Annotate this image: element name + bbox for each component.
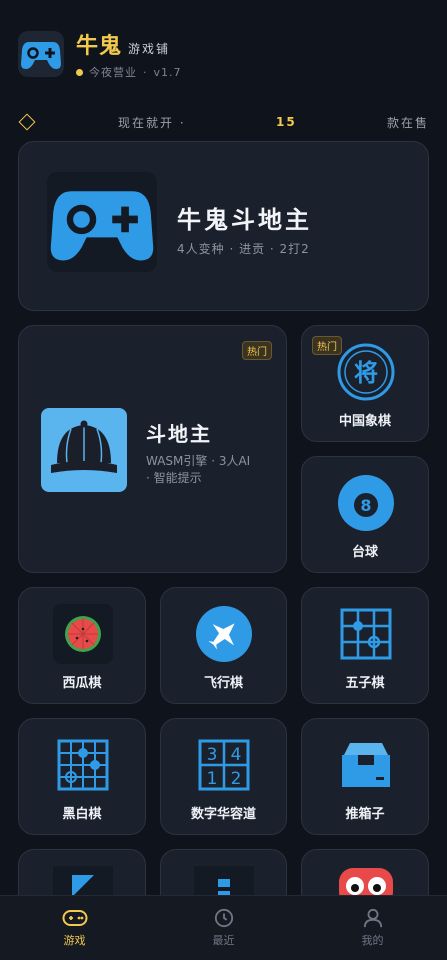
gamepad-icon (62, 910, 87, 926)
gamepad-logo-icon (18, 31, 64, 77)
brand-name: 牛鬼 (76, 34, 123, 59)
brand-subtitle: 游戏铺 (128, 42, 171, 56)
nav-tab-recent[interactable]: 最近 (149, 896, 298, 960)
gamepad-icon (47, 172, 157, 272)
watermelon-icon (53, 604, 113, 664)
game-label: 推箱子 (345, 807, 385, 822)
game-label: 中国象棋 (338, 414, 391, 429)
open-status: 今夜营业 (89, 66, 137, 79)
game-label: 西瓜棋 (62, 676, 102, 691)
nav-label: 最近 (212, 934, 235, 947)
doudizhu-meta-line1: WASM引擎 · 3人AI (146, 454, 251, 468)
game-card-number-puzzle[interactable]: 3 4 1 2 数字华容道 (160, 718, 287, 835)
puzzle-digit: 1 (207, 769, 218, 789)
gomoku-board-icon (336, 604, 396, 664)
nav-tab-games[interactable]: 游戏 (0, 896, 149, 960)
game-card-gomoku[interactable]: 五子棋 (301, 587, 429, 704)
featured-title: 牛鬼斗地主 (177, 206, 312, 234)
clock-icon (214, 908, 233, 928)
game-card-flight-chess[interactable]: 飞行棋 (160, 587, 287, 704)
game-card-reversi[interactable]: 黑白棋 (18, 718, 146, 835)
number-puzzle-icon: 3 4 1 2 (194, 735, 254, 795)
game-label: 台球 (351, 545, 378, 560)
billiard-8-ball-icon: 8 (336, 473, 396, 533)
chess-general-icon: 将 (336, 342, 396, 402)
nav-label: 游戏 (63, 934, 86, 947)
game-card-watermelon[interactable]: 西瓜棋 (18, 587, 146, 704)
airplane-icon (194, 604, 254, 664)
doudizhu-card[interactable]: 热门 斗地主 WASM引擎 · 3人AI · 智能提示 (18, 325, 287, 573)
game-label: 黑白棋 (62, 807, 102, 822)
sokoban-box-icon (336, 735, 396, 795)
reversi-board-icon (53, 735, 113, 795)
featured-game-card[interactable]: 牛鬼斗地主 4人变种 · 进贡 · 2打2 (18, 141, 429, 311)
landlord-hat-icon (41, 408, 127, 492)
ticker-suffix: 款在售 (386, 115, 429, 130)
user-icon (363, 908, 382, 928)
nav-tab-profile[interactable]: 我的 (298, 896, 447, 960)
game-card-sokoban[interactable]: 推箱子 (301, 718, 429, 835)
game-label: 飞行棋 (203, 676, 243, 691)
app-header: 牛鬼 游戏铺 今夜营业 · v1.7 (18, 28, 182, 80)
diamond-icon (18, 113, 36, 131)
game-card-billiards[interactable]: 8 台球 (301, 456, 429, 573)
status-dot-icon (76, 68, 83, 76)
game-card-xiangqi[interactable]: 热门 将 中国象棋 (301, 325, 429, 442)
game-label: 五子棋 (345, 676, 385, 691)
app-version: v1.7 (153, 65, 182, 79)
separator: · (143, 65, 148, 79)
nav-label: 我的 (361, 934, 384, 947)
on-sale-ticker: 现在就开 · 15 款在售 (18, 112, 429, 132)
ball-number: 8 (360, 496, 371, 515)
chess-glyph: 将 (354, 359, 378, 387)
doudizhu-title: 斗地主 (146, 422, 212, 446)
featured-meta: 4人变种 · 进贡 · 2打2 (177, 242, 310, 256)
hot-badge: 热门 (242, 341, 272, 360)
puzzle-digit: 2 (231, 769, 242, 789)
doudizhu-meta-line2: · 智能提示 (146, 471, 202, 485)
ticker-prefix: 现在就开 · (118, 115, 186, 130)
game-label: 数字华容道 (190, 807, 256, 822)
ticker-count: 15 (276, 115, 297, 129)
puzzle-digit: 4 (231, 745, 242, 765)
puzzle-digit: 3 (207, 745, 218, 765)
bottom-nav: 游戏 最近 我的 (0, 895, 447, 960)
